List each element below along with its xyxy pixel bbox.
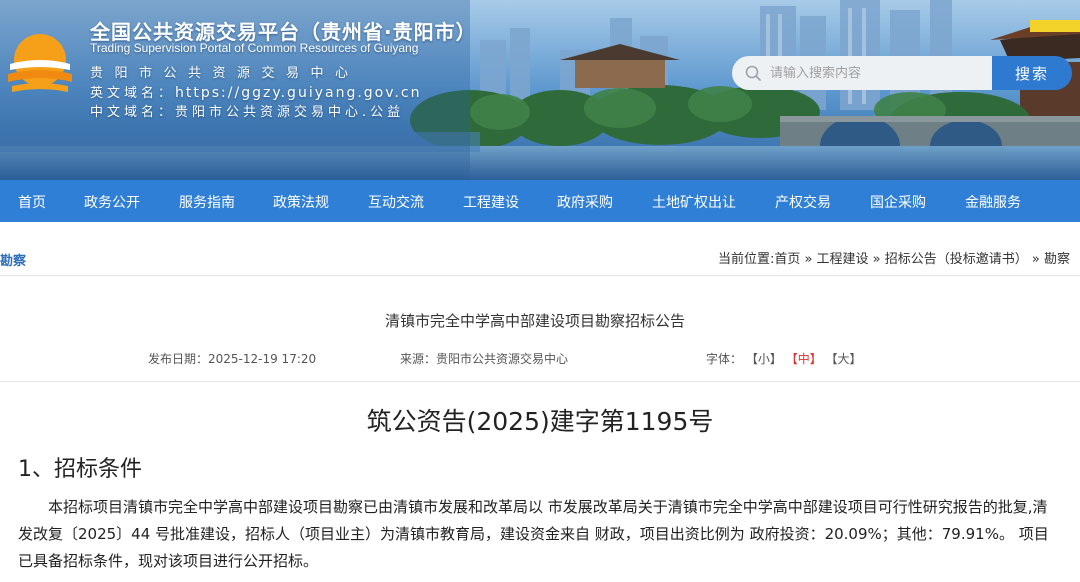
nav-item-engineering[interactable]: 工程建设 xyxy=(463,192,519,212)
breadcrumb-bar: 勘察 当前位置:首页 » 工程建设 » 招标公告（投标邀请书） » 勘察 xyxy=(0,230,1080,276)
nav-item-service-guide[interactable]: 服务指南 xyxy=(179,192,235,212)
section-label: 勘察 xyxy=(0,254,27,269)
nav-item-land-mining[interactable]: 土地矿权出让 xyxy=(652,192,736,212)
article-header: 清镇市完全中学高中部建设项目勘察招标公告 发布日期：2025-12-19 17:… xyxy=(0,286,1080,382)
search-icon xyxy=(745,65,761,81)
nav-item-policy[interactable]: 政策法规 xyxy=(273,192,329,212)
nav-item-interaction[interactable]: 互动交流 xyxy=(368,192,424,212)
search-box xyxy=(732,56,992,90)
breadcrumb[interactable]: 当前位置:首页 » 工程建设 » 招标公告（投标邀请书） » 勘察 xyxy=(718,248,1070,267)
cn-domain-line: 中文域名：贵阳市公共资源交易中心.公益 xyxy=(90,101,404,120)
article-paragraph: 本招标项目清镇市完全中学高中部建设项目勘察已由清镇市发展和改革局以 市发展改革局… xyxy=(18,498,1049,570)
site-subtitle-en: Trading Supervision Portal of Common Res… xyxy=(90,41,419,55)
site-org-name: 贵阳市公共资源交易中心 xyxy=(90,66,360,81)
cn-domain-link[interactable]: 贵阳市公共资源交易中心.公益 xyxy=(175,105,404,120)
site-logo-icon xyxy=(8,34,72,92)
document-number: 筑公资告(2025)建字第1195号 xyxy=(366,407,714,436)
cn-domain-label: 中文域名： xyxy=(90,105,176,120)
font-size-label: 字体： xyxy=(706,352,743,366)
nav-item-soe-procurement[interactable]: 国企采购 xyxy=(870,192,926,212)
nav-item-gov-procurement[interactable]: 政府采购 xyxy=(557,192,613,212)
nav-item-finance[interactable]: 金融服务 xyxy=(965,192,1021,212)
font-medium-button[interactable]: 【中】 xyxy=(786,352,822,366)
en-domain-label: 英文域名： xyxy=(90,86,176,101)
nav-item-property[interactable]: 产权交易 xyxy=(775,192,831,212)
main-nav: 首页 政务公开 服务指南 政策法规 互动交流 工程建设 政府采购 土地矿权出让 … xyxy=(0,180,1080,222)
header-banner: 全国公共资源交易平台（贵州省·贵阳市） Trading Supervision … xyxy=(0,0,1080,180)
en-domain-line: 英文域名：https://ggzy.guiyang.gov.cn xyxy=(90,82,421,101)
en-domain-link[interactable]: https://ggzy.guiyang.gov.cn xyxy=(175,85,421,101)
article-title: 清镇市完全中学高中部建设项目勘察招标公告 xyxy=(384,312,685,330)
nav-item-home[interactable]: 首页 xyxy=(18,192,46,212)
search-button[interactable]: 搜索 xyxy=(992,56,1072,90)
article-source: 来源：贵阳市公共资源交易中心 xyxy=(400,352,569,366)
font-large-button[interactable]: 【大】 xyxy=(826,352,862,366)
font-size-switcher: 字体： 【小】 【中】 【大】 xyxy=(706,350,862,367)
nav-item-gov-affairs[interactable]: 政务公开 xyxy=(84,192,140,212)
publish-date: 发布日期：2025-12-19 17:20 xyxy=(148,352,317,366)
page: 全国公共资源交易平台（贵州省·贵阳市） Trading Supervision … xyxy=(0,0,1080,582)
section-heading: 1、招标条件 xyxy=(18,457,142,482)
search-input[interactable] xyxy=(770,65,980,81)
font-small-button[interactable]: 【小】 xyxy=(746,352,782,366)
